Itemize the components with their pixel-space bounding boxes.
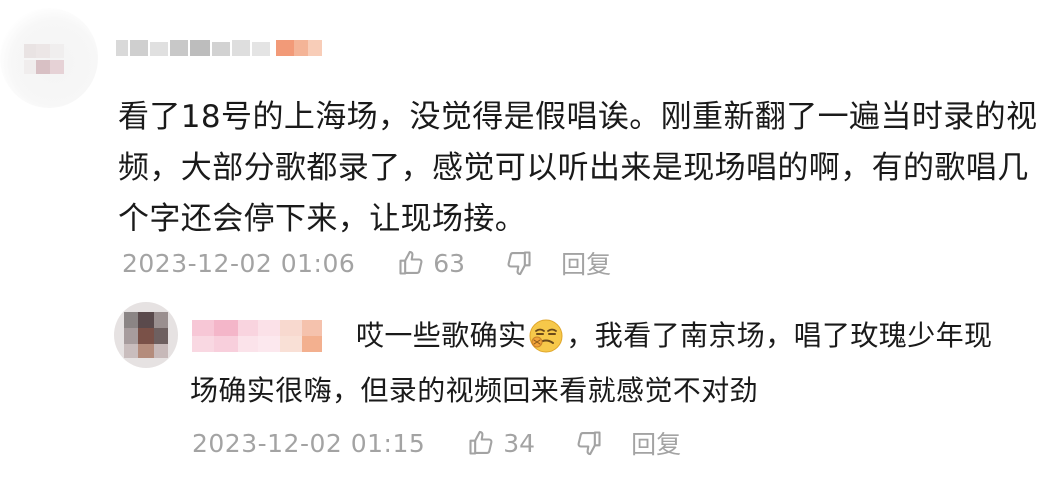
thumbs-up-icon bbox=[399, 250, 423, 275]
dislike-button[interactable] bbox=[505, 249, 533, 277]
comment-meta: 2023-12-02 01:06 63 回复 bbox=[122, 245, 611, 281]
thumbs-down-icon bbox=[507, 251, 531, 276]
reply-dislike-button[interactable] bbox=[575, 429, 603, 457]
comment-thread: 看了18号的上海场，没觉得是假唱诶。刚重新翻了一遍当时录的视频，大部分歌都录了，… bbox=[0, 0, 1064, 480]
reply-text-line2: 场确实很嗨，但录的视频回来看就感觉不对劲 bbox=[190, 374, 759, 407]
reply-like-button[interactable]: 34 bbox=[467, 429, 535, 458]
reply-meta: 2023-12-02 01:15 34 回复 bbox=[192, 425, 681, 461]
thumbs-down-icon bbox=[577, 431, 601, 456]
reply-button[interactable]: 回复 bbox=[561, 245, 611, 281]
reply-like-count: 34 bbox=[503, 428, 536, 458]
thumbs-up-icon bbox=[469, 430, 493, 455]
reply-timestamp: 2023-12-02 01:15 bbox=[192, 428, 426, 458]
like-count: 63 bbox=[433, 248, 466, 278]
username-blurred[interactable] bbox=[116, 40, 328, 56]
reply-avatar[interactable] bbox=[114, 302, 178, 368]
reply-reply-button[interactable]: 回复 bbox=[631, 425, 681, 461]
reply-text-line1: 哎一些歌确实 ，我看了南京场，唱了玫瑰少年现 bbox=[356, 314, 992, 358]
reply-text-before-emoji: 哎一些歌确实 bbox=[356, 319, 527, 352]
smirk-emoji-icon bbox=[529, 319, 563, 353]
avatar[interactable] bbox=[0, 8, 98, 108]
reply-text-after-emoji: ，我看了南京场，唱了玫瑰少年现 bbox=[566, 319, 993, 352]
like-button[interactable]: 63 bbox=[397, 249, 465, 278]
comment-timestamp: 2023-12-02 01:06 bbox=[122, 248, 356, 278]
reply-username-blurred[interactable] bbox=[192, 320, 322, 352]
comment-text: 看了18号的上海场，没觉得是假唱诶。刚重新翻了一遍当时录的视频，大部分歌都录了，… bbox=[118, 99, 1038, 237]
